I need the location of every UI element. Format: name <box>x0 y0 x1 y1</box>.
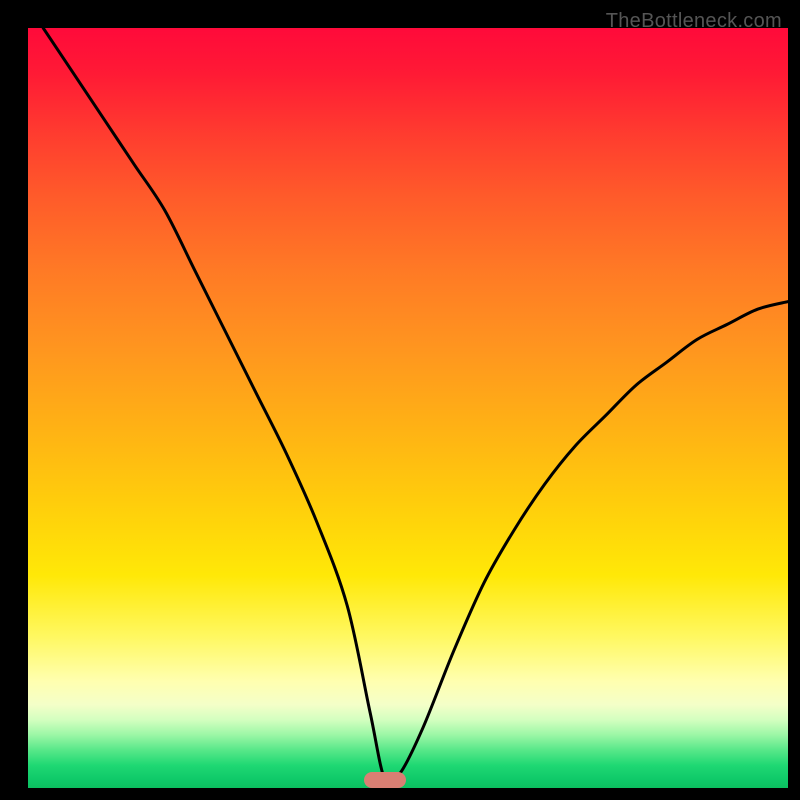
minimum-marker <box>364 772 406 788</box>
chart-frame: TheBottleneck.com <box>8 8 792 792</box>
bottleneck-curve <box>28 28 788 788</box>
watermark-text: TheBottleneck.com <box>606 10 782 33</box>
plot-area <box>28 28 788 788</box>
